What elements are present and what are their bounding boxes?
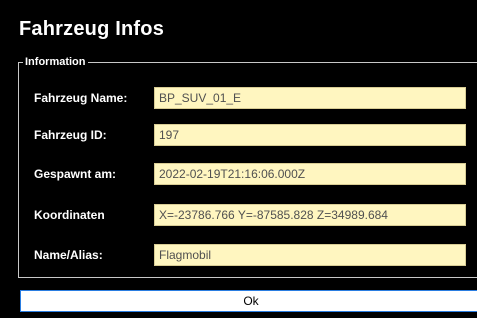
field-row-spawned-at: Gespawnt am: 2022-02-19T21:16:06.000Z	[19, 163, 477, 187]
name-alias-field[interactable]: Flagmobil	[154, 244, 466, 266]
spawned-at-field[interactable]: 2022-02-19T21:16:06.000Z	[154, 163, 466, 185]
field-row-vehicle-name: Fahrzeug Name: BP_SUV_01_E	[19, 87, 477, 111]
groupbox-label: Information	[23, 55, 88, 69]
vehicle-name-label: Fahrzeug Name:	[34, 91, 128, 105]
coordinates-field[interactable]: X=-23786.766 Y=-87585.828 Z=34989.684	[154, 204, 466, 226]
vehicle-info-dialog: Fahrzeug Infos Information Fahrzeug Name…	[0, 0, 477, 318]
field-row-name-alias: Name/Alias: Flagmobil	[19, 244, 477, 268]
vehicle-id-label: Fahrzeug ID:	[34, 128, 107, 142]
field-row-coordinates: Koordinaten X=-23786.766 Y=-87585.828 Z=…	[19, 204, 477, 228]
field-row-vehicle-id: Fahrzeug ID: 197	[19, 124, 477, 148]
dialog-title: Fahrzeug Infos	[19, 18, 165, 40]
vehicle-id-field[interactable]: 197	[154, 124, 466, 146]
information-groupbox: Information Fahrzeug Name: BP_SUV_01_E F…	[18, 55, 477, 278]
vehicle-name-field[interactable]: BP_SUV_01_E	[154, 87, 466, 109]
name-alias-label: Name/Alias:	[34, 248, 103, 262]
coordinates-label: Koordinaten	[34, 208, 105, 222]
spawned-at-label: Gespawnt am:	[34, 167, 117, 181]
ok-button[interactable]: Ok	[20, 290, 477, 312]
